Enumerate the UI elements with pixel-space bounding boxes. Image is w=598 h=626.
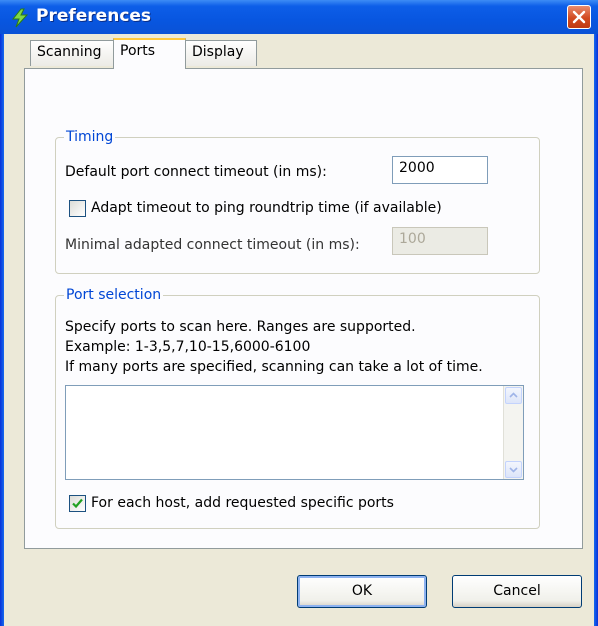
tab-ports[interactable]: Ports (113, 38, 186, 69)
port-selection-description-line2: Example: 1-3,5,7,10-15,6000-6100 (65, 339, 311, 355)
minimal-timeout-input[interactable]: 100 (392, 227, 488, 255)
cancel-button[interactable]: Cancel (452, 575, 582, 608)
tab-scanning[interactable]: Scanning (30, 40, 114, 66)
default-timeout-label: Default port connect timeout (in ms): (65, 164, 327, 180)
minimal-timeout-label: Minimal adapted connect timeout (in ms): (65, 237, 360, 253)
window-border-right (594, 34, 598, 626)
add-requested-ports-label: For each host, add requested specific po… (91, 495, 394, 511)
tab-display[interactable]: Display (185, 40, 257, 66)
preferences-window: Preferences Scanning Ports Display Timin… (0, 0, 598, 626)
ports-tab-panel: Timing Default port connect timeout (in … (24, 68, 583, 549)
close-button[interactable] (567, 5, 591, 29)
scroll-up-button[interactable] (505, 387, 522, 404)
adapt-timeout-checkbox[interactable] (69, 200, 86, 217)
tab-display-label: Display (192, 44, 244, 60)
check-mark-icon (72, 498, 83, 509)
window-title: Preferences (36, 6, 152, 26)
title-bar[interactable]: Preferences (0, 0, 598, 34)
ports-textarea[interactable] (65, 385, 524, 480)
add-requested-ports-checkbox[interactable] (69, 495, 86, 512)
ok-button[interactable]: OK (297, 575, 427, 608)
chevron-down-icon (509, 467, 518, 473)
lightning-app-icon (11, 8, 29, 28)
port-selection-description-line1: Specify ports to scan here. Ranges are s… (65, 319, 416, 335)
adapt-timeout-label: Adapt timeout to ping roundtrip time (if… (91, 200, 442, 216)
tab-scanning-label: Scanning (37, 44, 102, 60)
scroll-down-button[interactable] (505, 461, 522, 478)
default-timeout-input[interactable]: 2000 (392, 156, 488, 184)
ports-scrollbar[interactable] (503, 386, 523, 479)
timing-legend: Timing (66, 129, 114, 145)
close-icon (572, 10, 586, 24)
chevron-up-icon (509, 392, 518, 398)
tab-ports-label: Ports (120, 43, 156, 59)
port-selection-legend: Port selection (66, 287, 162, 303)
port-selection-description-line3: If many ports are specified, scanning ca… (65, 359, 483, 375)
